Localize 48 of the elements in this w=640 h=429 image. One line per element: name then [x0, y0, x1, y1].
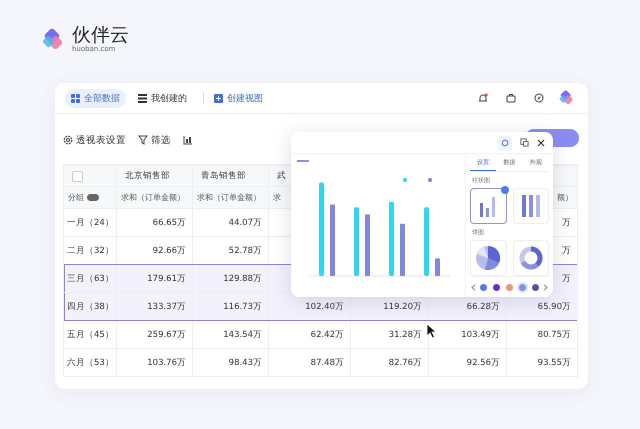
column-header: 青岛销售部: [192, 166, 268, 186]
column-subheader: 求和（订单金额）: [116, 187, 192, 208]
bar: [424, 207, 429, 276]
close-icon[interactable]: [537, 138, 545, 146]
settings-button[interactable]: [498, 136, 512, 150]
bar: [400, 224, 405, 276]
column-header: 北京销售部: [116, 166, 192, 186]
view-tab[interactable]: 全部数据: [65, 88, 126, 108]
filter-icon: [138, 135, 148, 145]
toolbar-button[interactable]: 筛选: [138, 134, 171, 146]
table-cell: 102.40万: [268, 293, 350, 320]
checkbox[interactable]: [72, 170, 83, 182]
chart-type-option[interactable]: [470, 188, 506, 224]
column-subheader: 求和（订单金额）: [192, 187, 268, 208]
row-label[interactable]: 四月（38）: [64, 293, 116, 320]
table-cell: 116.73万: [192, 293, 268, 320]
table-cell: 179.61万: [116, 265, 192, 292]
bar: [354, 207, 359, 276]
table-cell: 129.88万: [192, 265, 268, 292]
accent-line: [297, 160, 309, 162]
check-icon: [500, 186, 508, 194]
table-icon: [138, 94, 147, 102]
bar: [435, 258, 440, 276]
toolbar-button[interactable]: 透视表设置: [63, 134, 126, 146]
logo-icon: [559, 90, 575, 106]
grid-icon: [71, 94, 80, 102]
plus-icon: [214, 94, 223, 102]
legend-dot: [403, 178, 407, 182]
chart-icon[interactable]: [183, 135, 193, 145]
cursor-icon: [426, 323, 438, 339]
settings-icon: [63, 135, 73, 145]
brand-name: 伙伴云: [72, 26, 129, 45]
bar: [365, 214, 370, 276]
create-view-button[interactable]: 创建视图: [214, 92, 263, 104]
legend-dot: [428, 178, 432, 182]
settings-icon: [501, 138, 509, 146]
donut-chart-icon: [516, 244, 545, 272]
chevron-right-icon[interactable]: [543, 284, 548, 290]
table-cell: 133.37万: [116, 293, 192, 320]
table-cell: 65.90万: [506, 293, 577, 320]
row-label[interactable]: 三月（63）: [64, 265, 116, 292]
count-badge: [87, 194, 99, 201]
group-label: 分组: [68, 192, 84, 203]
chevron-left-icon[interactable]: [471, 284, 476, 290]
pie-chart-icon: [474, 244, 502, 272]
bar: [330, 204, 335, 276]
copy-icon[interactable]: [520, 138, 529, 147]
view-tab[interactable]: 我创建的: [132, 88, 193, 108]
